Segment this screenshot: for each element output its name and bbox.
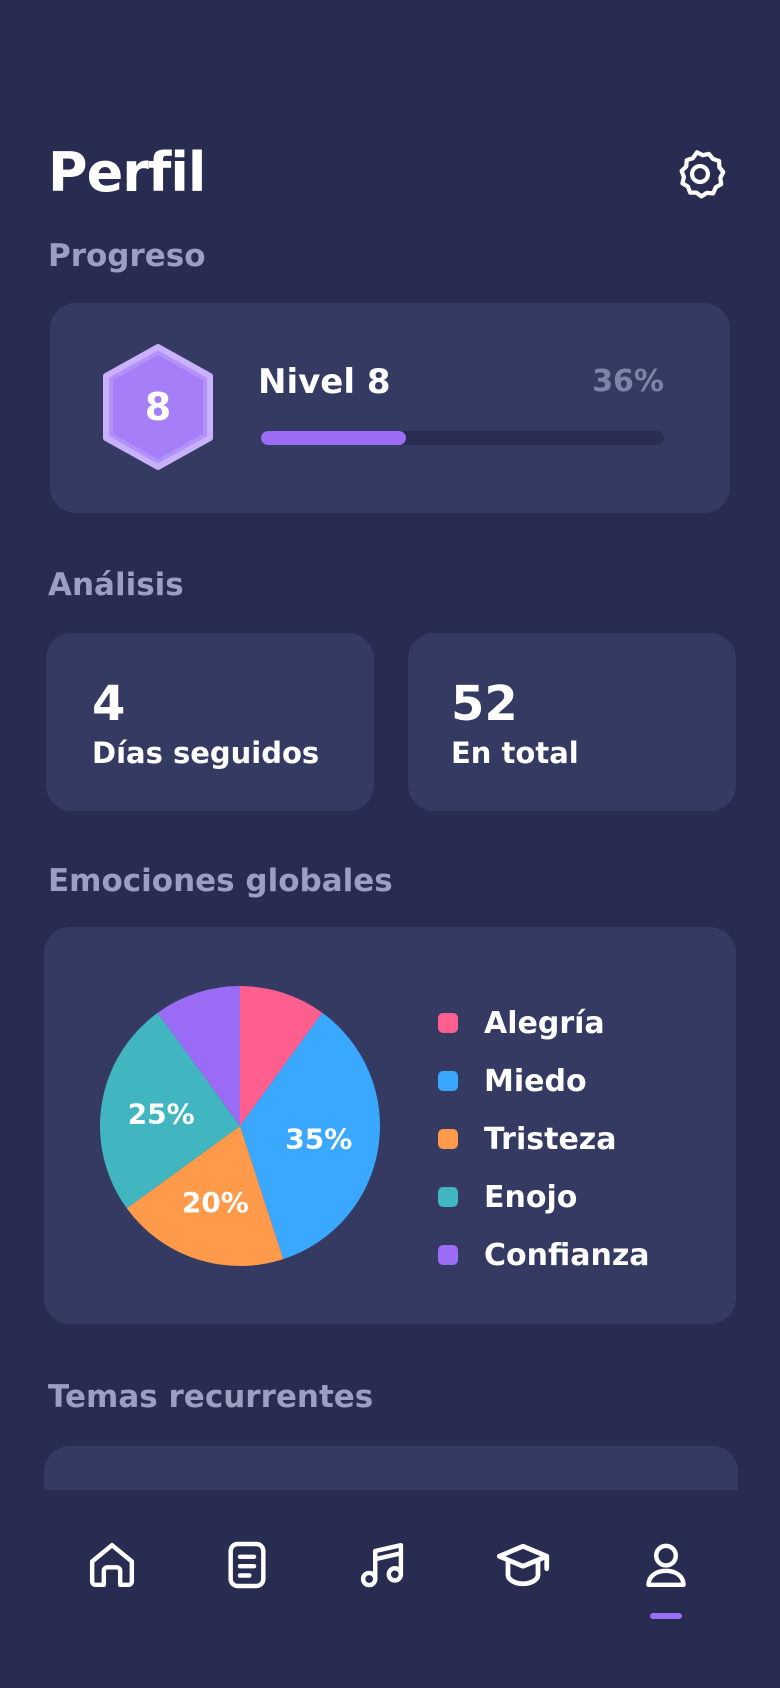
nav-music[interactable]	[347, 1530, 417, 1600]
legend-item: Tristeza	[438, 1110, 650, 1168]
legend-label: Enojo	[484, 1179, 578, 1215]
legend-swatch	[438, 1071, 458, 1091]
legend-label: Alegría	[484, 1005, 605, 1041]
emotions-pie-chart: 35% 20% 25%	[100, 986, 380, 1266]
legend-label: Confianza	[484, 1237, 650, 1273]
level-progress-fill	[261, 431, 407, 445]
pie-data-label: 35%	[285, 1122, 352, 1155]
music-icon	[360, 1542, 404, 1588]
emotions-section-title: Emociones globales	[48, 863, 393, 899]
level-progress-bar	[261, 431, 664, 445]
legend-swatch	[438, 1129, 458, 1149]
legend-item: Enojo	[438, 1168, 650, 1226]
level-badge-number: 8	[144, 385, 172, 429]
total-value: 52	[451, 676, 518, 732]
journal-icon	[228, 1541, 266, 1589]
legend-swatch	[438, 1013, 458, 1033]
streak-label: Días seguidos	[92, 736, 320, 770]
legend-swatch	[438, 1245, 458, 1265]
legend-label: Tristeza	[484, 1121, 617, 1157]
pie-data-label: 25%	[128, 1098, 195, 1131]
nav-profile[interactable]	[631, 1530, 701, 1600]
legend-label: Miedo	[484, 1063, 587, 1099]
legend-item: Confianza	[438, 1226, 650, 1284]
page-title: Perfil	[48, 141, 206, 204]
legend-item: Miedo	[438, 1052, 650, 1110]
level-label: Nivel 8	[258, 362, 391, 402]
nav-active-indicator	[650, 1613, 682, 1619]
nav-learn[interactable]	[488, 1530, 558, 1600]
stat-card-total[interactable]: 52 En total	[408, 633, 736, 811]
graduation-cap-icon	[496, 1543, 550, 1587]
level-percent: 36%	[592, 364, 664, 399]
streak-value: 4	[92, 676, 126, 732]
profile-icon	[646, 1543, 686, 1588]
analysis-section-title: Análisis	[48, 567, 184, 603]
legend-item: Alegría	[438, 994, 650, 1052]
stat-card-streak[interactable]: 4 Días seguidos	[46, 633, 374, 811]
nav-journal[interactable]	[212, 1530, 282, 1600]
themes-section-title: Temas recurrentes	[48, 1379, 374, 1415]
gear-icon	[679, 150, 726, 199]
nav-home[interactable]	[77, 1530, 147, 1600]
total-label: En total	[451, 736, 579, 770]
emotions-legend: Alegría Miedo Tristeza Enojo Confianza	[438, 994, 650, 1284]
legend-swatch	[438, 1187, 458, 1207]
progress-section-title: Progreso	[48, 238, 206, 274]
home-icon	[89, 1542, 135, 1588]
pie-data-label: 20%	[182, 1186, 249, 1219]
settings-button[interactable]	[668, 142, 732, 206]
